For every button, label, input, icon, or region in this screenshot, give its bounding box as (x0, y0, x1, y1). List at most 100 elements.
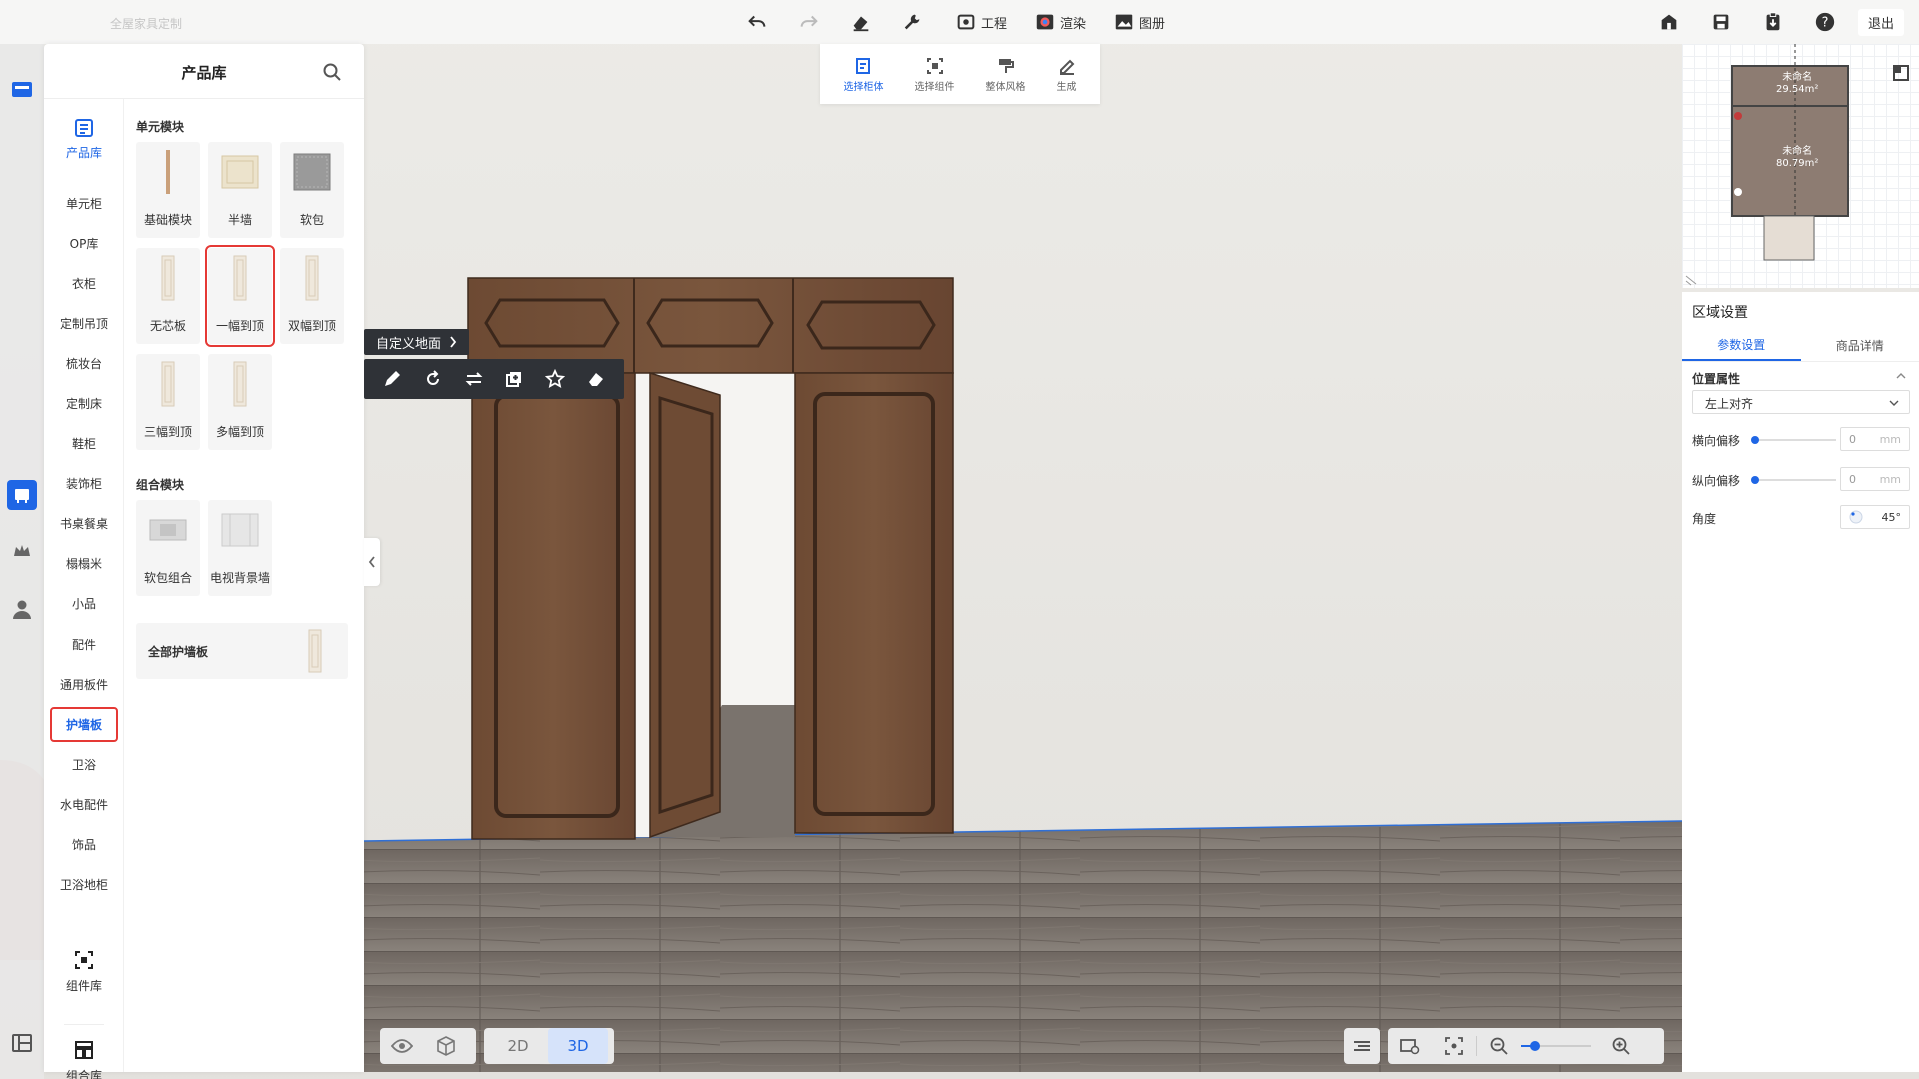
h-offset-input[interactable]: 0 mm (1840, 427, 1910, 451)
category-product-library[interactable]: 产品库 (44, 99, 124, 179)
tools-button[interactable] (902, 9, 924, 35)
product-item[interactable]: 双幅到顶 (280, 248, 344, 344)
library-title: 产品库 (181, 64, 227, 82)
rail-cabinet[interactable] (7, 480, 37, 510)
eye-icon (391, 1039, 413, 1053)
help-button[interactable]: ? (1814, 9, 1836, 35)
render-menu[interactable]: 渲染 (1034, 9, 1086, 35)
duplicate-icon[interactable] (504, 369, 524, 389)
redo-button[interactable] (798, 9, 820, 35)
category-item[interactable]: 通用板件 (44, 664, 124, 704)
mode-overall-style[interactable]: 整体风格 (986, 56, 1026, 93)
category-item[interactable]: 定制床 (44, 383, 124, 423)
category-item[interactable]: 书桌餐桌 (44, 504, 124, 544)
mirror-icon[interactable] (464, 369, 484, 389)
category-item[interactable]: 鞋柜 (44, 424, 124, 464)
back-button[interactable] (9, 76, 35, 102)
all-wall-panels-item[interactable]: 全部护墙板 (136, 623, 348, 679)
mode-generate[interactable]: 生成 (1057, 56, 1077, 93)
undo-button[interactable] (746, 9, 768, 35)
minimap-expand-icon[interactable] (1892, 64, 1910, 82)
product-item[interactable]: 软包组合 (136, 500, 200, 596)
category-item[interactable]: 护墙板 (44, 704, 124, 744)
v-offset-input[interactable]: 0 mm (1840, 467, 1910, 491)
product-thumbnail (305, 255, 319, 301)
custom-floor-label[interactable]: 自定义地面 (364, 329, 470, 355)
camera-toolbar (1388, 1028, 1664, 1064)
visibility-button[interactable] (380, 1028, 424, 1064)
floor-plan-minimap[interactable]: 未命名 29.54m² 未命名 80.79m² (1682, 44, 1919, 288)
category-item[interactable]: 小品 (44, 584, 124, 624)
product-item[interactable]: 三幅到顶 (136, 354, 200, 450)
category-item[interactable]: 配件 (44, 624, 124, 664)
category-item[interactable]: OP库 (44, 223, 124, 263)
render-icon (1036, 14, 1054, 30)
mode-select-component[interactable]: 选择组件 (915, 56, 955, 93)
align-select[interactable]: 左上对齐 (1692, 390, 1910, 414)
product-item[interactable]: 多幅到顶 (208, 354, 272, 450)
slider-knob[interactable] (1751, 436, 1759, 444)
v-offset-slider[interactable] (1751, 476, 1836, 484)
exit-button[interactable]: 退出 (1858, 9, 1904, 36)
list-button[interactable] (1344, 1028, 1380, 1064)
product-item[interactable]: 一幅到顶 (205, 245, 275, 347)
category-item[interactable]: 单元柜 (44, 183, 124, 223)
eraser-icon[interactable] (586, 369, 606, 389)
category-item[interactable]: 卫浴地柜 (44, 865, 124, 905)
album-menu[interactable]: 图册 (1113, 9, 1165, 35)
view-mode-toggle: 2D 3D (484, 1028, 614, 1064)
camera-settings-button[interactable] (1388, 1028, 1432, 1064)
category-item[interactable]: 装饰柜 (44, 464, 124, 504)
angle-input[interactable]: 45° (1840, 505, 1910, 529)
mode-2d-button[interactable]: 2D (488, 1028, 548, 1064)
category-combination-library[interactable]: 组合库 (44, 1039, 124, 1079)
zoom-in-button[interactable] (1599, 1028, 1643, 1064)
product-item[interactable]: 半墙 (208, 142, 272, 238)
all-wall-panels-label: 全部护墙板 (148, 644, 209, 659)
category-item[interactable]: 衣柜 (44, 263, 124, 303)
tab-parameters[interactable]: 参数设置 (1682, 330, 1801, 361)
category-item[interactable]: 饰品 (44, 825, 124, 865)
category-item[interactable]: 水电配件 (44, 784, 124, 824)
product-item[interactable]: 电视背景墙 (208, 500, 272, 596)
mode-3d-button[interactable]: 3D (548, 1028, 608, 1064)
rail-layout[interactable] (9, 1030, 35, 1056)
project-menu[interactable]: 工程 (955, 9, 1007, 35)
rail-user[interactable] (9, 596, 35, 622)
eraser-button[interactable] (850, 9, 872, 35)
home-button[interactable] (1658, 9, 1680, 35)
star-icon[interactable] (544, 369, 565, 389)
product-item[interactable]: 软包 (280, 142, 344, 238)
pencil-icon[interactable] (382, 369, 402, 389)
brand-name: 全屋家具定制 (110, 17, 183, 31)
select-cabinet-icon (855, 57, 870, 74)
collapse-panel-button[interactable] (364, 538, 380, 586)
category-item[interactable]: 梳妆台 (44, 343, 124, 383)
chevron-up-icon[interactable] (1896, 372, 1906, 380)
product-item[interactable]: 无芯板 (136, 248, 200, 344)
fit-view-button[interactable] (1432, 1028, 1476, 1064)
search-icon[interactable] (322, 62, 342, 82)
generate-icon (1059, 59, 1074, 75)
product-item[interactable]: 基础模块 (136, 142, 200, 238)
zoom-slider-knob[interactable] (1530, 1041, 1540, 1051)
model-view-button[interactable] (424, 1028, 468, 1064)
image-icon (1115, 14, 1133, 30)
export-button[interactable] (1762, 9, 1784, 35)
category-item[interactable]: 卫浴 (44, 744, 124, 784)
h-offset-slider[interactable] (1751, 436, 1836, 444)
zoom-slider[interactable] (1521, 1041, 1591, 1051)
category-label: 产品库 (65, 146, 102, 160)
slider-knob[interactable] (1751, 476, 1759, 484)
category-component-library[interactable]: 组件库 (44, 949, 124, 994)
tab-product-details[interactable]: 商品详情 (1801, 330, 1919, 361)
wall-panel-thumbnail (308, 629, 322, 673)
save-button[interactable] (1710, 9, 1732, 35)
rail-crown[interactable] (9, 538, 35, 564)
category-item[interactable]: 榻榻米 (44, 544, 124, 584)
rotate-icon[interactable] (423, 369, 443, 389)
mode-select-cabinet[interactable]: 选择柜体 (844, 56, 884, 93)
room-name: 未命名 (1782, 72, 1813, 83)
category-item[interactable]: 定制吊顶 (44, 303, 124, 343)
zoom-out-button[interactable] (1477, 1028, 1521, 1064)
